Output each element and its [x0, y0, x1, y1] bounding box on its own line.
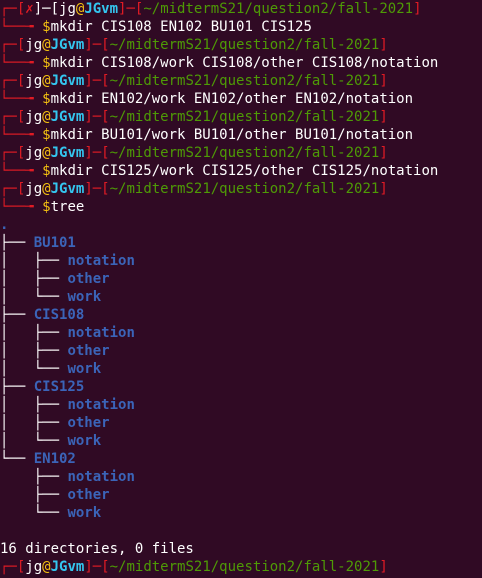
- tree-subdir: │ └── work: [0, 361, 102, 377]
- command-line: └──╼ $mkdir EN102/work EN102/other EN102…: [0, 91, 414, 107]
- command-text: mkdir CIS125/work CIS125/other CIS125/no…: [50, 163, 439, 179]
- tree-subdir: │ ├── notation: [0, 253, 135, 269]
- prompt-line: ┌─[jg@JGvm]─[~/midtermS21/question2/fall…: [0, 181, 388, 197]
- command-line: └──╼ $mkdir CIS108 EN102 BU101 CIS125: [0, 19, 312, 35]
- command-line: └──╼ $mkdir CIS125/work CIS125/other CIS…: [0, 163, 439, 179]
- tree-dir: ├── CIS108: [0, 307, 85, 323]
- tree-subdir: │ ├── other: [0, 271, 110, 287]
- command-text: mkdir CIS108 EN102 BU101 CIS125: [50, 19, 312, 35]
- tree-subdir: └── work: [0, 505, 102, 521]
- tree-subdir: │ ├── other: [0, 415, 110, 431]
- tree-dir: ├── BU101: [0, 235, 76, 251]
- command-line: └──╼ $mkdir BU101/work BU101/other BU101…: [0, 127, 414, 143]
- command-text: mkdir CIS108/work CIS108/other CIS108/no…: [50, 55, 439, 71]
- tree-dir: ├── CIS125: [0, 379, 85, 395]
- tree-subdir: ├── other: [0, 487, 110, 503]
- tree-dir: └── EN102: [0, 451, 76, 467]
- prompt-line: ┌─[jg@JGvm]─[~/midtermS21/question2/fall…: [0, 73, 388, 89]
- prompt-line: ┌─[jg@JGvm]─[~/midtermS21/question2/fall…: [0, 559, 388, 575]
- command-text: mkdir BU101/work BU101/other BU101/notat…: [50, 127, 414, 143]
- tree-subdir: │ ├── notation: [0, 325, 135, 341]
- terminal-window[interactable]: ┌─[✗]─[jg@JGvm]─[~/midtermS21/question2/…: [0, 0, 482, 578]
- tree-subdir: │ ├── notation: [0, 397, 135, 413]
- prompt-line: ┌─[✗]─[jg@JGvm]─[~/midtermS21/question2/…: [0, 1, 422, 17]
- tree-subdir: │ ├── other: [0, 343, 110, 359]
- command-line: └──╼ $tree: [0, 199, 85, 215]
- prompt-line: ┌─[jg@JGvm]─[~/midtermS21/question2/fall…: [0, 145, 388, 161]
- command-text: mkdir EN102/work EN102/other EN102/notat…: [50, 91, 414, 107]
- prompt-line: ┌─[jg@JGvm]─[~/midtermS21/question2/fall…: [0, 109, 388, 125]
- tree-root: .: [0, 217, 9, 233]
- tree-summary: 16 directories, 0 files: [0, 541, 194, 557]
- prompt-line: ┌─[jg@JGvm]─[~/midtermS21/question2/fall…: [0, 37, 388, 53]
- tree-subdir: │ └── work: [0, 433, 102, 449]
- tree-subdir: │ └── work: [0, 289, 102, 305]
- command-text: tree: [50, 199, 85, 215]
- error-mark: ✗: [25, 1, 34, 17]
- tree-subdir: ├── notation: [0, 469, 135, 485]
- command-line: └──╼ $mkdir CIS108/work CIS108/other CIS…: [0, 55, 439, 71]
